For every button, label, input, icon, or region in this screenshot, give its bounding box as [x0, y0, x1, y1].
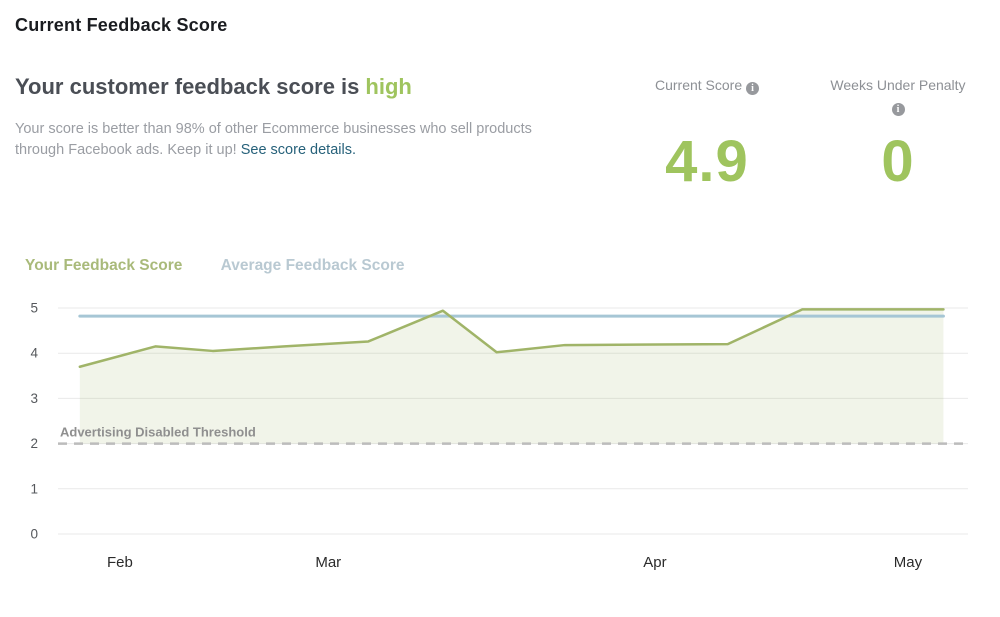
info-icon[interactable]: i	[891, 103, 905, 116]
info-icon[interactable]: i	[746, 82, 760, 95]
score-heading: Your customer feedback score is high	[15, 74, 412, 100]
weeks-under-penalty-label-row: Weeks Under Penalty i	[818, 76, 978, 118]
score-description: Your score is better than 98% of other E…	[15, 119, 571, 161]
svg-text:0: 0	[30, 527, 38, 542]
y-axis-labels: 5 4 3 2 1 0	[30, 301, 38, 542]
weeks-under-penalty-stat: Weeks Under Penalty i 0	[818, 76, 978, 195]
current-score-label: Current Score	[654, 77, 743, 93]
svg-text:Mar: Mar	[315, 554, 341, 571]
svg-text:1: 1	[30, 481, 38, 496]
score-area-fill	[79, 309, 944, 444]
current-score-value: 4.9	[665, 129, 749, 194]
score-status-label: high	[365, 74, 412, 99]
see-score-details-link[interactable]: See score details.	[241, 142, 356, 158]
weeks-under-penalty-label: Weeks Under Penalty	[830, 77, 966, 93]
chart-legend: Your Feedback Score Average Feedback Sco…	[25, 257, 438, 275]
svg-text:May: May	[894, 554, 923, 571]
weeks-under-penalty-value: 0	[881, 129, 915, 194]
svg-text:3: 3	[30, 391, 38, 406]
page-title: Current Feedback Score	[15, 15, 228, 35]
svg-text:Apr: Apr	[643, 554, 666, 571]
svg-text:Feb: Feb	[107, 554, 133, 571]
score-heading-text: Your customer feedback score is	[15, 74, 360, 99]
feedback-chart: 5 4 3 2 1 0 Advertising Disabled Threshold Feb M…	[30, 301, 968, 571]
svg-text:2: 2	[30, 436, 38, 451]
current-score-stat: Current Score i 4.9	[627, 76, 787, 195]
threshold-label: Advertising Disabled Threshold	[60, 425, 256, 440]
feedback-score-page: Current Feedback Score Your customer fee…	[0, 0, 1000, 617]
current-score-label-row: Current Score i	[627, 76, 787, 118]
svg-text:5: 5	[30, 301, 38, 316]
legend-item-your-feedback-score[interactable]: Your Feedback Score	[25, 257, 182, 275]
x-axis-labels: Feb Mar Apr May	[107, 554, 923, 571]
weeks-info-icon-line: i	[818, 97, 978, 116]
svg-text:4: 4	[30, 346, 38, 361]
legend-item-average-feedback-score[interactable]: Average Feedback Score	[221, 257, 405, 275]
